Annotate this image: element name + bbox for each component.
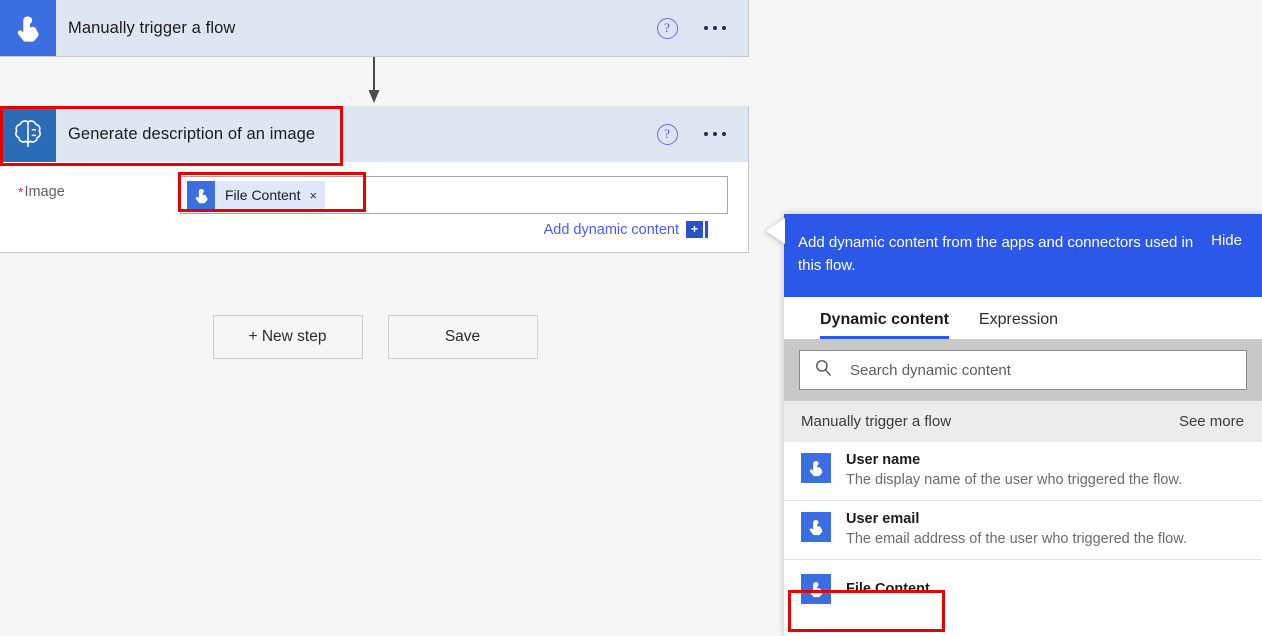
more-options-icon[interactable] <box>704 132 727 137</box>
action-card-title: Generate description of an image <box>68 125 657 144</box>
manual-trigger-icon <box>187 181 215 209</box>
search-area <box>784 339 1262 401</box>
list-item-title: User email <box>846 510 1246 529</box>
image-field-label: *Image <box>0 176 180 200</box>
add-dynamic-content-link[interactable]: Add dynamic content <box>544 222 679 238</box>
dynamic-content-list: User name The display name of the user w… <box>784 442 1262 618</box>
list-item-description: The email address of the user who trigge… <box>846 529 1246 550</box>
search-input[interactable] <box>848 361 1246 380</box>
panel-tabs: Dynamic content Expression <box>784 297 1262 339</box>
search-icon <box>814 358 833 382</box>
list-item[interactable]: File Content <box>784 560 1262 618</box>
image-input[interactable]: File Content × <box>180 176 728 214</box>
file-content-token-label: File Content <box>225 187 300 203</box>
flow-canvas: Manually trigger a flow ? Generate descr… <box>0 0 750 636</box>
tab-dynamic-content[interactable]: Dynamic content <box>820 311 949 339</box>
image-field-label-text: Image <box>24 184 64 200</box>
save-button[interactable]: Save <box>388 315 538 359</box>
list-item-description: The display name of the user who trigger… <box>846 470 1246 491</box>
panel-banner: Add dynamic content from the apps and co… <box>784 214 1262 297</box>
list-item-text: File Content <box>846 574 1246 604</box>
trigger-card-header[interactable]: Manually trigger a flow ? <box>0 0 748 56</box>
required-asterisk: * <box>18 184 23 200</box>
dynamic-content-panel: Add dynamic content from the apps and co… <box>784 214 1262 636</box>
search-box[interactable] <box>799 350 1247 390</box>
add-dynamic-content-row: Add dynamic content + <box>180 214 728 252</box>
help-icon[interactable]: ? <box>657 124 678 145</box>
list-item[interactable]: User email The email address of the user… <box>784 501 1262 560</box>
hide-panel-button[interactable]: Hide <box>1211 231 1242 249</box>
list-item-title: User name <box>846 451 1246 470</box>
manual-trigger-icon <box>801 574 831 604</box>
list-item[interactable]: User name The display name of the user w… <box>784 442 1262 501</box>
add-dynamic-content-caret <box>705 221 708 238</box>
action-card-body: *Image File Content <box>0 162 748 252</box>
list-item-title: File Content <box>846 574 1246 604</box>
add-dynamic-content-plus-icon[interactable]: + <box>686 221 703 238</box>
list-item-text: User email The email address of the user… <box>846 510 1246 550</box>
action-card-actions: ? <box>657 124 727 145</box>
list-item-text: User name The display name of the user w… <box>846 451 1246 491</box>
action-card[interactable]: Generate description of an image ? *Imag… <box>0 106 749 253</box>
panel-pointer <box>766 218 785 244</box>
file-content-token[interactable]: File Content × <box>187 181 325 209</box>
ai-builder-brain-icon <box>0 106 56 162</box>
trigger-card-actions: ? <box>657 18 727 39</box>
group-title: Manually trigger a flow <box>801 413 951 430</box>
tab-expression[interactable]: Expression <box>979 311 1058 339</box>
help-icon[interactable]: ? <box>657 18 678 39</box>
trigger-card[interactable]: Manually trigger a flow ? <box>0 0 749 57</box>
image-field-row: *Image File Content <box>0 162 748 252</box>
remove-token-icon[interactable]: × <box>309 188 317 203</box>
manual-trigger-icon <box>0 0 56 56</box>
see-more-link[interactable]: See more <box>1179 413 1244 430</box>
more-options-icon[interactable] <box>704 26 727 31</box>
flow-action-buttons: + New step Save <box>0 315 750 359</box>
trigger-card-title: Manually trigger a flow <box>68 19 657 38</box>
manual-trigger-icon <box>801 453 831 483</box>
image-field-control: File Content × Add dynamic content + <box>180 176 748 252</box>
action-card-header[interactable]: Generate description of an image ? <box>0 106 748 162</box>
flow-connector-arrow <box>366 57 382 105</box>
manual-trigger-icon <box>801 512 831 542</box>
dynamic-content-group-header: Manually trigger a flow See more <box>784 401 1262 442</box>
panel-banner-text: Add dynamic content from the apps and co… <box>798 231 1211 277</box>
new-step-button[interactable]: + New step <box>213 315 363 359</box>
